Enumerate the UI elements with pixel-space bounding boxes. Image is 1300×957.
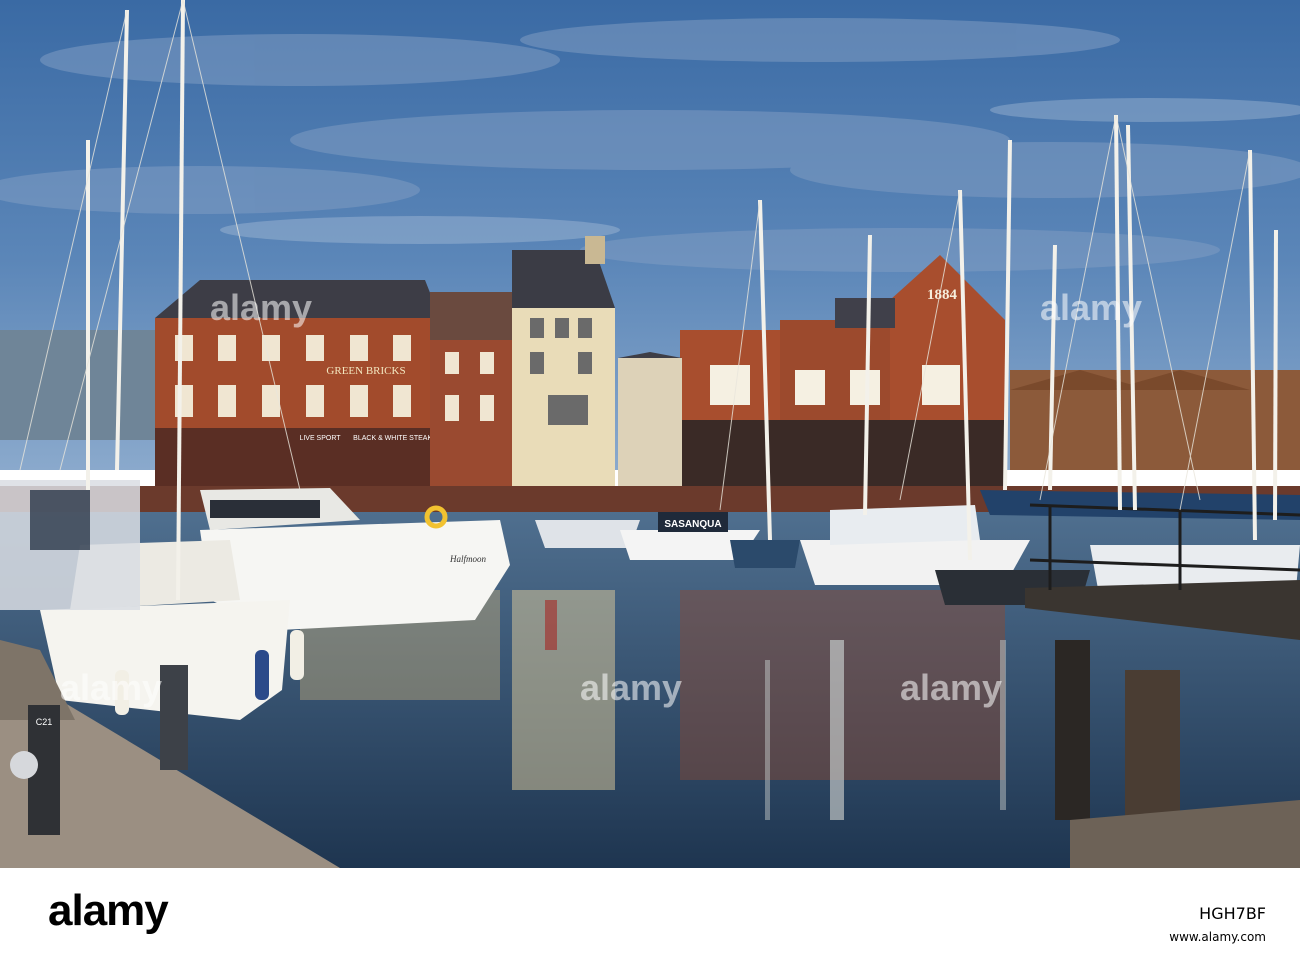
harbour-scene: GREEN BRICKS LIVE SPORT BLACK & WHITE ST… xyxy=(0,0,1300,868)
brand-logo: alamy xyxy=(48,886,169,935)
distant-building xyxy=(0,330,160,440)
watermark-text-1: alamy xyxy=(210,287,312,328)
watermark-text-5: alamy xyxy=(900,667,1002,708)
middle-brick-building xyxy=(430,292,520,490)
pontoon-post-label: C21 xyxy=(36,717,53,727)
stock-footer: alamy HGH7BF www.alamy.com xyxy=(0,868,1300,957)
cream-tall-building xyxy=(512,236,615,490)
watermark-text-3: alamy xyxy=(580,667,682,708)
small-white-building xyxy=(618,358,682,490)
shop-sign-live-sport: LIVE SPORT xyxy=(299,435,341,442)
watermark-text-2: alamy xyxy=(1040,287,1142,328)
watermark-text-4: alamy xyxy=(60,667,162,708)
date-plaque: 1884 xyxy=(927,287,958,303)
brand-url: www.alamy.com xyxy=(1169,930,1266,944)
shop-sign-steaks: BLACK & WHITE STEAKS xyxy=(353,435,437,442)
harbour-photo: GREEN BRICKS LIVE SPORT BLACK & WHITE ST… xyxy=(0,0,1300,868)
building-sign: GREEN BRICKS xyxy=(326,365,405,377)
boat-name: SASANQUA xyxy=(664,519,721,530)
yacht-name: Halfmoon xyxy=(449,554,487,564)
stock-image-id: HGH7BF xyxy=(1199,904,1266,923)
